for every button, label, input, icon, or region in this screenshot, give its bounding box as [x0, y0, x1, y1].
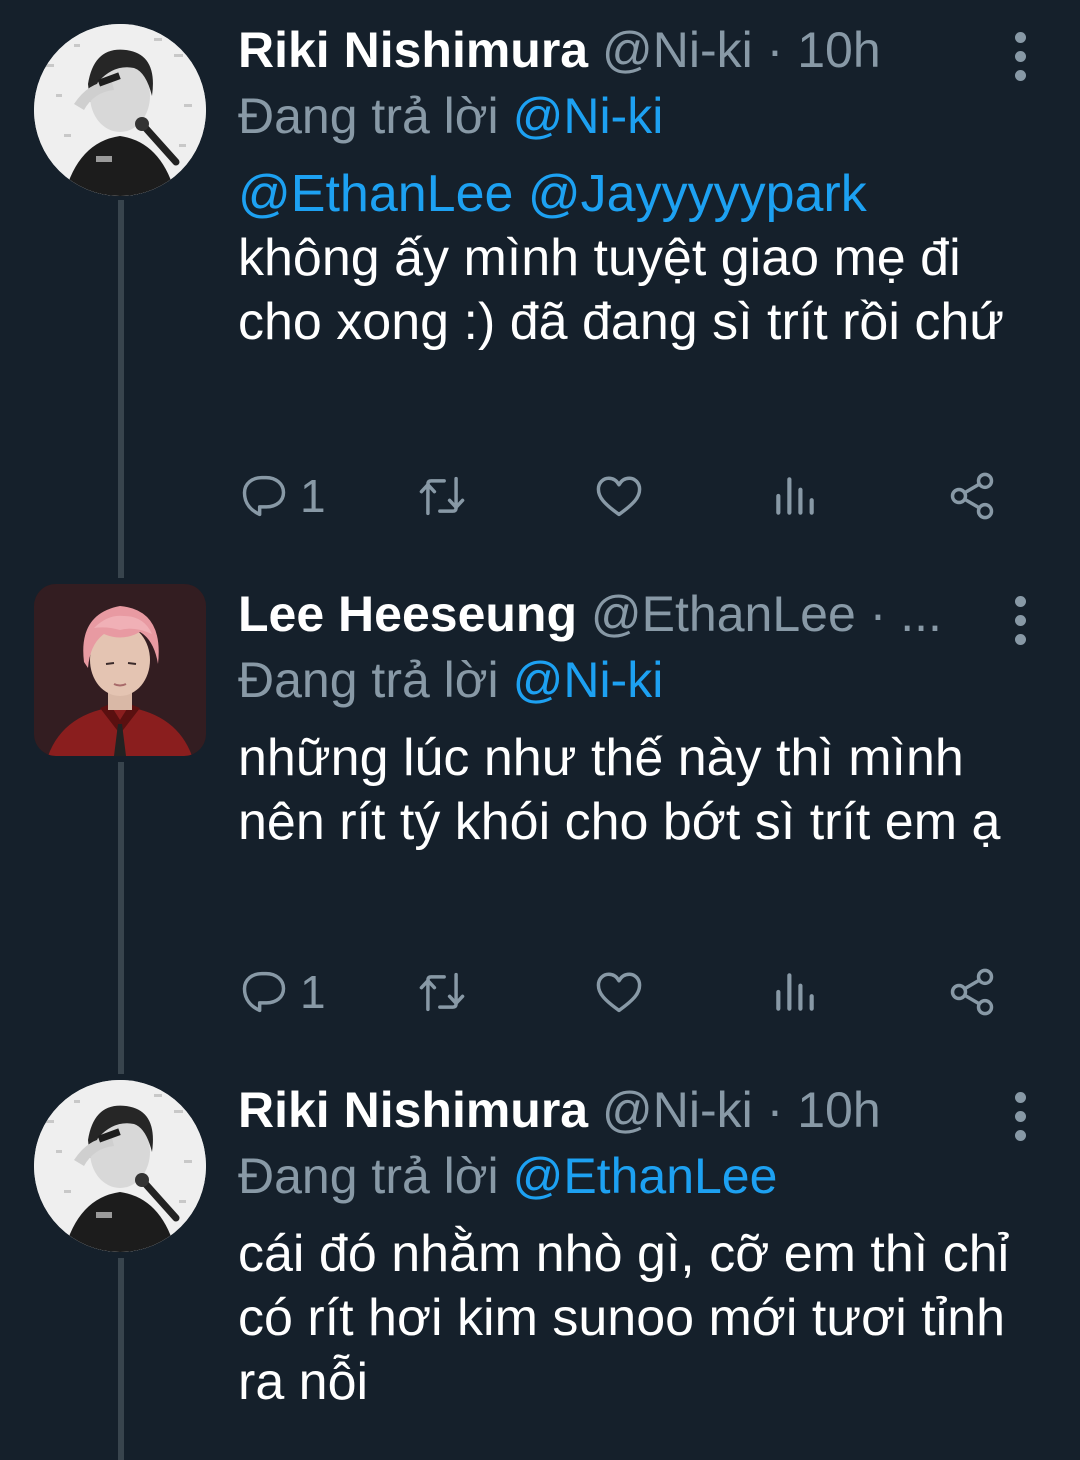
share-button[interactable]: [946, 962, 998, 1022]
reply-context: Đang trả lời @EthanLee: [238, 1146, 1020, 1206]
analytics-button[interactable]: [770, 466, 820, 526]
retweet-button[interactable]: [414, 466, 470, 526]
thread-connector: [118, 1258, 124, 1460]
retweet-icon: [419, 972, 465, 1012]
like-button[interactable]: [592, 466, 646, 526]
heart-icon: [596, 476, 642, 517]
reply-context: Đang trả lời @Ni-ki: [238, 86, 1020, 146]
analytics-icon: [776, 973, 814, 1011]
tweet-content: Riki Nishimura @Ni-ki · 10h Đang trả lời…: [238, 20, 1020, 354]
tweet-text: @EthanLee @Jayyyyypark không ấy mình tuy…: [238, 162, 1020, 354]
tweet-content: Lee Heeseung @EthanLee · ... Đang trả lờ…: [238, 584, 1020, 854]
reply-button[interactable]: 1: [238, 962, 326, 1022]
share-button[interactable]: [946, 466, 998, 526]
reply-to-mention[interactable]: @Ni-ki: [513, 652, 664, 708]
reply-count: 1: [300, 470, 326, 522]
tweet-thread: Riki Nishimura @Ni-ki · 10h Đang trả lời…: [0, 0, 1080, 1460]
tweet-body-text: những lúc như thế này thì mình nên rít t…: [238, 729, 1001, 851]
timestamp[interactable]: 10h: [797, 22, 880, 78]
reply-icon: [242, 971, 286, 1013]
tweet-body-text: cái đó nhằm nhò gì, cỡ em thì chỉ có rít…: [238, 1225, 1010, 1411]
timestamp[interactable]: ...: [900, 586, 942, 642]
display-name[interactable]: Lee Heeseung: [238, 586, 577, 642]
tweet-content: Riki Nishimura @Ni-ki · 10h Đang trả lời…: [238, 1080, 1020, 1414]
more-vertical-icon[interactable]: [1008, 1088, 1032, 1148]
timestamp[interactable]: 10h: [797, 1082, 880, 1138]
thread-connector: [118, 762, 124, 1074]
tweet-mentions[interactable]: @EthanLee @Jayyyyypark: [238, 162, 1020, 226]
reply-button[interactable]: 1: [238, 466, 326, 526]
more-vertical-icon[interactable]: [1008, 28, 1032, 88]
tweet-body-text: không ấy mình tuyệt giao mẹ đi cho xong …: [238, 229, 1005, 351]
boy-with-microphone-avatar: [34, 24, 206, 196]
analytics-icon: [776, 477, 814, 515]
avatar[interactable]: [34, 584, 206, 756]
tweet-text: những lúc như thế này thì mình nên rít t…: [238, 726, 1020, 854]
reply-prefix: Đang trả lời: [238, 1148, 499, 1204]
heart-icon: [596, 972, 642, 1013]
thread-connector: [118, 200, 124, 578]
boy-with-microphone-avatar: [34, 1080, 206, 1252]
tweet-actions: 1: [238, 962, 1018, 1022]
reply-to-mention[interactable]: @Ni-ki: [513, 88, 664, 144]
tweet-header: Lee Heeseung @EthanLee · ...: [238, 584, 1020, 644]
more-vertical-icon[interactable]: [1008, 592, 1032, 652]
tweet-text: cái đó nhằm nhò gì, cỡ em thì chỉ có rít…: [238, 1222, 1020, 1414]
reply-context: Đang trả lời @Ni-ki: [238, 650, 1020, 710]
reply-icon: [242, 475, 286, 517]
analytics-button[interactable]: [770, 962, 820, 1022]
retweet-button[interactable]: [414, 962, 470, 1022]
time-separator: ·: [766, 22, 784, 78]
share-icon: [950, 472, 994, 520]
like-button[interactable]: [592, 962, 646, 1022]
user-handle[interactable]: @Ni-ki: [602, 1082, 753, 1138]
tweet-header: Riki Nishimura @Ni-ki · 10h: [238, 20, 1020, 80]
reply-prefix: Đang trả lời: [238, 88, 499, 144]
reply-to-mention[interactable]: @EthanLee: [513, 1148, 778, 1204]
reply-count: 1: [300, 966, 326, 1018]
share-icon: [950, 968, 994, 1016]
time-separator: ·: [766, 1082, 784, 1138]
tweet-actions: 1: [238, 466, 1018, 526]
tweet-header: Riki Nishimura @Ni-ki · 10h: [238, 1080, 1020, 1140]
retweet-icon: [419, 476, 465, 516]
pink-hair-man-avatar: [34, 584, 206, 756]
user-handle[interactable]: @EthanLee: [591, 586, 856, 642]
display-name[interactable]: Riki Nishimura: [238, 1082, 588, 1138]
reply-prefix: Đang trả lời: [238, 652, 499, 708]
avatar[interactable]: [34, 24, 206, 196]
avatar[interactable]: [34, 1080, 206, 1252]
display-name[interactable]: Riki Nishimura: [238, 22, 588, 78]
user-handle[interactable]: @Ni-ki: [602, 22, 753, 78]
time-separator: ·: [869, 586, 887, 642]
